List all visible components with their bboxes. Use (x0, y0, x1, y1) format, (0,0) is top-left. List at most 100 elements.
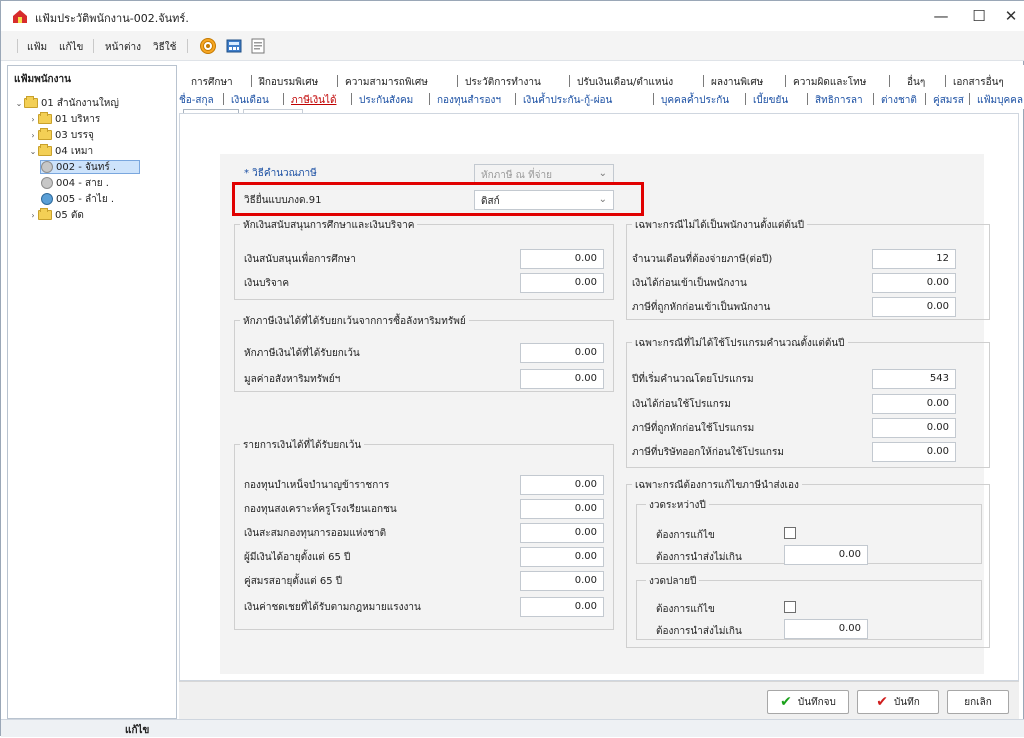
save-close-button[interactable]: ✔ บันทึกจบ (767, 690, 849, 714)
tab-personal-file[interactable]: แฟ้มบุคคล (977, 93, 1023, 108)
tree-item-head-office[interactable]: ⌄ 01 สำนักงานใหญ่ (14, 96, 119, 110)
labor-compensation-input[interactable]: 0.00 (520, 597, 604, 617)
tab-training[interactable]: ฝึกอบรมพิเศษ (259, 75, 318, 90)
chevron-down-icon: ⌄ (598, 194, 607, 205)
senior-income-input[interactable]: 0.00 (520, 547, 604, 567)
asset-exempt-tax-input[interactable]: 0.00 (520, 343, 604, 363)
tab-separator (745, 93, 746, 105)
company-tax-before-program-input[interactable]: 0.00 (872, 442, 956, 462)
education-support-input[interactable]: 0.00 (520, 249, 604, 269)
tab-separator (223, 93, 224, 105)
tab-provident-fund[interactable]: กองทุนสำรองฯ (437, 93, 501, 108)
tab-leave[interactable]: สิทธิการลา (815, 93, 863, 108)
group-title: รายการเงินได้ที่ได้รับยกเว้น (240, 438, 365, 453)
tree-item-employee-005[interactable]: 005 - ลำไย . (41, 192, 114, 206)
tree-item-contract[interactable]: ⌄ 04 เหมา (28, 144, 93, 158)
gov-pension-input[interactable]: 0.00 (520, 475, 604, 495)
menu-edit[interactable]: แก้ไข (59, 40, 83, 55)
chevron-right-icon[interactable]: › (28, 115, 38, 124)
mid-year-edit-checkbox[interactable] (784, 527, 796, 539)
senior-spouse-input[interactable]: 0.00 (520, 571, 604, 591)
menu-file[interactable]: แฟ้ม (27, 40, 47, 55)
check-icon: ✔ (876, 694, 888, 710)
folder-icon (24, 96, 38, 108)
minimize-button[interactable]: — (921, 1, 961, 31)
teacher-fund-input[interactable]: 0.00 (520, 499, 604, 519)
mid-year-limit-input[interactable]: 0.00 (784, 545, 868, 565)
close-button[interactable]: ✕ (991, 1, 1024, 31)
menu-window[interactable]: หน้าต่าง (105, 40, 141, 55)
menu-help[interactable]: วิธีใช้ (153, 40, 176, 55)
group-title: งวดระหว่างปี (646, 498, 709, 513)
tab-special-skills[interactable]: ความสามารถพิเศษ (345, 75, 428, 90)
tab-salary[interactable]: เงินเดือน (231, 93, 269, 108)
cancel-button[interactable]: ยกเลิก (947, 690, 1009, 714)
group-title: เฉพาะกรณีต้องการแก้ไขภาษีนำส่งเอง (632, 478, 802, 493)
tab-other[interactable]: อื่นๆ (907, 75, 925, 90)
calculator-icon[interactable] (225, 37, 243, 55)
tree-item-cut[interactable]: › 05 ตัด (28, 208, 84, 222)
menu-bar: แฟ้ม แก้ไข หน้าต่าง วิธีใช้ (1, 31, 1024, 61)
tab-spouse[interactable]: คู่สมรส (933, 93, 964, 108)
tab-diligence[interactable]: เบี้ยขยัน (753, 93, 788, 108)
tree-item-label: 05 ตัด (55, 209, 84, 221)
tab-other-docs[interactable]: เอกสารอื่นๆ (953, 75, 1004, 90)
tree-item-employee-004[interactable]: 004 - สาย . (41, 176, 109, 190)
tab-social-security[interactable]: ประกันสังคม (359, 93, 413, 108)
asset-value-input[interactable]: 0.00 (520, 369, 604, 389)
income-before-program-input[interactable]: 0.00 (872, 394, 956, 414)
main-window: แฟ้มประวัติพนักงาน-002.จันทร์. — ☐ ✕ แฟ้… (0, 0, 1024, 737)
action-bar: ✔ บันทึกจบ ✔ บันทึก ยกเลิก (179, 681, 1019, 719)
income-before-join-input[interactable]: 0.00 (872, 273, 956, 293)
tab-separator (569, 75, 570, 87)
tab-separator (351, 93, 352, 105)
tree-item-employee-002[interactable]: 002 - จันทร์ . (40, 160, 140, 174)
tab-guarantor[interactable]: บุคคลค้ำประกัน (661, 93, 729, 108)
program-start-year-input[interactable]: 543 (872, 369, 956, 389)
tab-separator (873, 93, 874, 105)
tab-name[interactable]: ชื่อ-สกุล (179, 93, 214, 108)
end-year-limit-input[interactable]: 0.00 (784, 619, 868, 639)
tab-foreigner[interactable]: ต่างชาติ (881, 93, 917, 108)
tree-item-label: 01 บริหาร (55, 113, 101, 125)
panel-title: แฟ้มพนักงาน (14, 74, 71, 85)
end-year-edit-checkbox[interactable] (784, 601, 796, 613)
group-title: เฉพาะกรณีไม่ได้เป็นพนักงานตั้งแต่ต้นปี (632, 218, 808, 233)
tab-separator (945, 75, 946, 87)
tab-work-history[interactable]: ประวัติการทำงาน (465, 75, 541, 90)
chevron-right-icon[interactable]: › (28, 131, 38, 140)
document-icon[interactable] (249, 37, 267, 55)
tab-offense[interactable]: ความผิดและโทษ (793, 75, 866, 90)
tab-separator (515, 93, 516, 105)
submit-method-select[interactable]: ดิสก์ ⌄ (474, 190, 614, 210)
tax-method-value: หักภาษี ณ ที่จ่าย (481, 170, 553, 181)
tab-income-tax[interactable]: ภาษีเงินได้ (291, 93, 336, 108)
chevron-right-icon[interactable]: › (28, 211, 38, 220)
tax-before-program-input[interactable]: 0.00 (872, 418, 956, 438)
status-bar: แก้ไข (1, 719, 1024, 737)
tree-item-admin[interactable]: › 01 บริหาร (28, 112, 100, 126)
menu-separator (187, 39, 188, 53)
group-title: หักเงินสนับสนุนการศึกษาและเงินบริจาค (240, 218, 418, 233)
tab-special-work[interactable]: ผลงานพิเศษ (711, 75, 763, 90)
national-savings-input[interactable]: 0.00 (520, 523, 604, 543)
field-label: ภาษีที่ถูกหักก่อนใช้โปรแกรม (632, 423, 755, 434)
tab-salary-position[interactable]: ปรับเงินเดือน/ตำแหน่ง (577, 75, 673, 90)
tab-education[interactable]: การศึกษา (191, 75, 233, 90)
tree-item-permanent[interactable]: › 03 บรรจุ (28, 128, 94, 142)
tab-separator (283, 93, 284, 105)
chevron-down-icon[interactable]: ⌄ (28, 147, 38, 156)
tab-guarantee-loan[interactable]: เงินค้ำประกัน-กู้-ผ่อน (523, 93, 612, 108)
tree-item-label: 005 - ลำไย . (56, 193, 115, 205)
tab-separator (785, 75, 786, 87)
tab-separator (251, 75, 252, 87)
tax-months-input[interactable]: 12 (872, 249, 956, 269)
save-button[interactable]: ✔ บันทึก (857, 690, 939, 714)
chevron-down-icon[interactable]: ⌄ (14, 99, 24, 108)
tree-item-label: 04 เหมา (55, 145, 94, 157)
field-label: จำนวนเดือนที่ต้องจ่ายภาษี(ต่อปี) (632, 254, 773, 265)
donation-input[interactable]: 0.00 (520, 273, 604, 293)
target-icon[interactable] (199, 37, 217, 55)
menu-separator (93, 39, 94, 53)
tax-before-join-input[interactable]: 0.00 (872, 297, 956, 317)
